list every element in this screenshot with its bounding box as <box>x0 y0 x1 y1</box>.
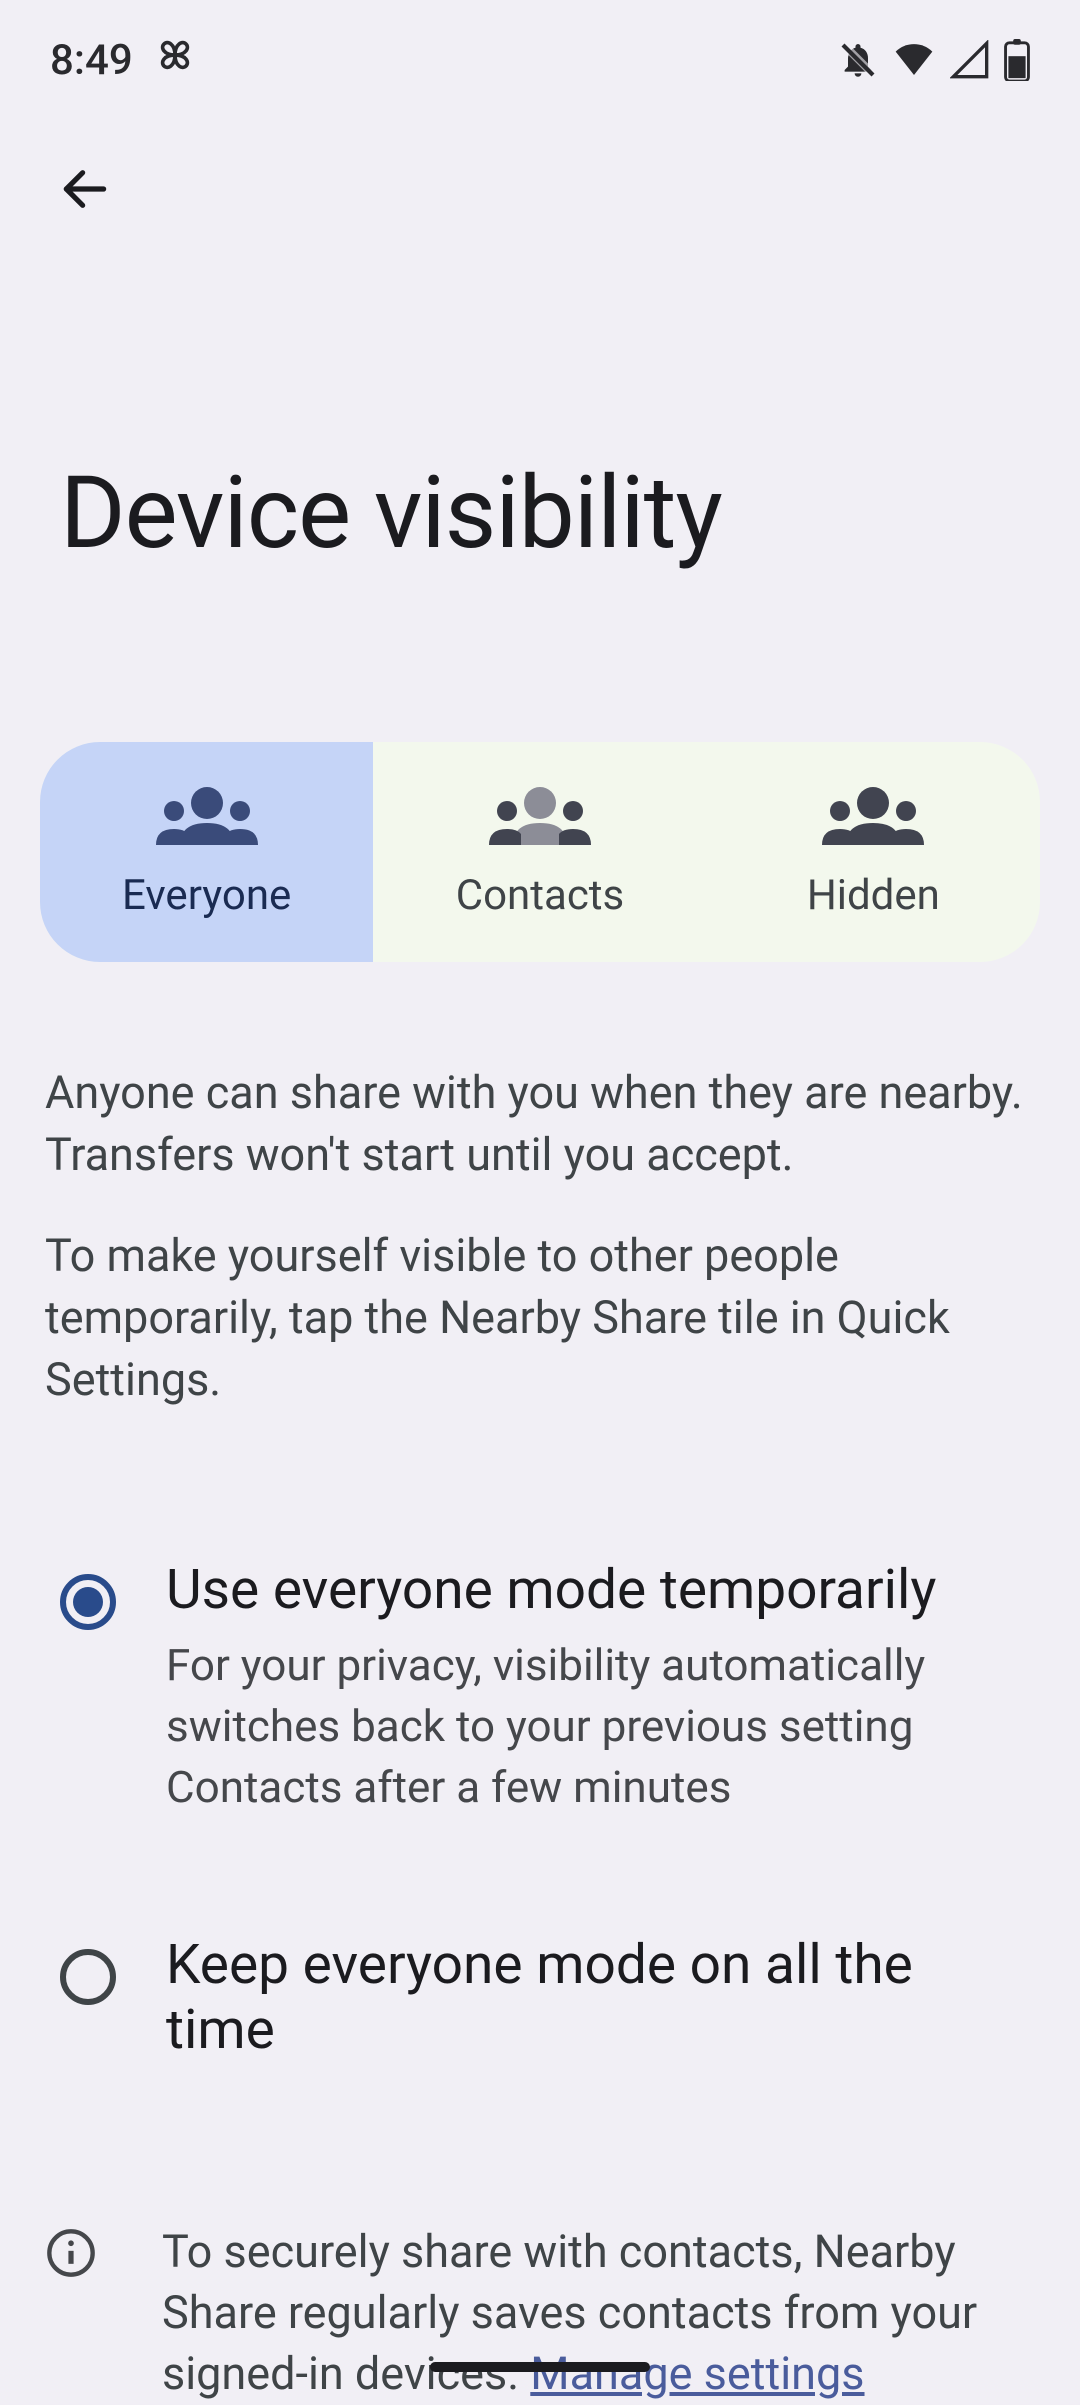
option-label: Use everyone mode temporarily <box>166 1558 1020 1623</box>
navigation-handle[interactable] <box>430 2362 650 2372</box>
status-time: 8:49 <box>50 36 133 85</box>
option-subtext: For your privacy, visibility automatical… <box>166 1635 1020 1817</box>
group-icon <box>485 785 595 847</box>
radio-button[interactable] <box>60 1574 116 1630</box>
status-bar: 8:49 <box>0 0 1080 100</box>
radio-button[interactable] <box>60 1949 116 2005</box>
description-line-1: Anyone can share with you when they are … <box>45 1062 1035 1185</box>
segment-contacts[interactable]: Contacts <box>373 742 706 962</box>
option-everyone-temporary[interactable]: Use everyone mode temporarily For your p… <box>40 1530 1040 1845</box>
segment-everyone[interactable]: Everyone <box>40 742 373 962</box>
visibility-description: Anyone can share with you when they are … <box>0 962 1080 1410</box>
pinwheel-icon <box>153 33 197 88</box>
segment-label: Hidden <box>807 871 940 920</box>
option-everyone-always[interactable]: Keep everyone mode on all the time <box>40 1905 1040 2091</box>
description-line-2: To make yourself visible to other people… <box>45 1225 1035 1410</box>
signal-icon <box>950 40 990 80</box>
page-title: Device visibility <box>0 235 1080 572</box>
battery-icon <box>1004 39 1030 81</box>
segment-label: Everyone <box>122 871 291 920</box>
info-text: To securely share with contacts, Nearby … <box>162 2221 1025 2405</box>
group-icon <box>152 785 262 847</box>
info-icon <box>45 2227 97 2283</box>
dnd-off-icon <box>838 40 878 80</box>
manage-settings-link[interactable]: Manage settings <box>530 2347 864 2400</box>
option-label: Keep everyone mode on all the time <box>166 1933 1020 2063</box>
segment-hidden[interactable]: Hidden <box>707 742 1040 962</box>
group-icon <box>818 785 928 847</box>
wifi-icon <box>892 40 936 80</box>
back-button[interactable] <box>40 145 130 235</box>
arrow-left-icon <box>57 161 113 220</box>
segment-label: Contacts <box>456 871 624 920</box>
visibility-segmented-control: Everyone Contacts Hidden <box>40 742 1040 962</box>
